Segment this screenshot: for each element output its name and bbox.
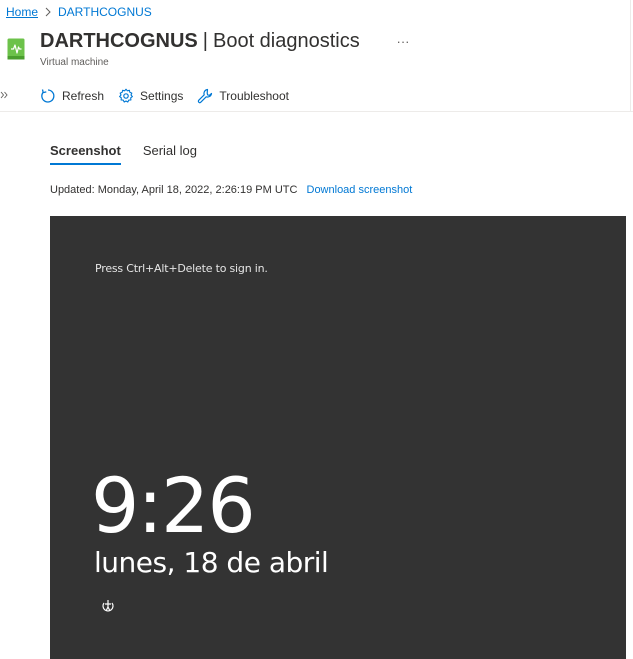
refresh-icon: [40, 88, 56, 104]
updated-timestamp-row: Updated: Monday, April 18, 2022, 2:26:19…: [50, 184, 412, 196]
updated-timestamp: Updated: Monday, April 18, 2022, 2:26:19…: [50, 184, 298, 196]
troubleshoot-button[interactable]: Troubleshoot: [197, 86, 289, 106]
more-options-button[interactable]: ···: [394, 33, 412, 49]
ease-of-access-icon: [100, 598, 116, 614]
sign-in-hint: Press Ctrl+Alt+Delete to sign in.: [95, 262, 268, 275]
page-title: DARTHCOGNUS | Boot diagnostics: [40, 30, 360, 53]
download-screenshot-link[interactable]: Download screenshot: [307, 184, 413, 196]
troubleshoot-label: Troubleshoot: [219, 89, 289, 103]
tab-bar: Screenshot Serial log: [50, 143, 197, 165]
boot-screenshot: Press Ctrl+Alt+Delete to sign in. 9:26 l…: [50, 216, 626, 659]
breadcrumb-vm-link[interactable]: DARTHCOGNUS: [58, 5, 152, 19]
resource-type-label: Virtual machine: [40, 57, 109, 68]
tab-screenshot[interactable]: Screenshot: [50, 143, 121, 165]
command-bar: Refresh Settings Troubleshoot: [40, 86, 289, 106]
header-right-border: [630, 0, 631, 111]
settings-button[interactable]: Settings: [118, 86, 183, 106]
wrench-icon: [197, 88, 213, 104]
settings-label: Settings: [140, 89, 184, 103]
blade-name: Boot diagnostics: [212, 30, 360, 52]
resource-name: DARTHCOGNUS: [40, 30, 198, 52]
refresh-button[interactable]: Refresh: [40, 86, 104, 106]
title-separator: |: [202, 30, 208, 52]
lock-screen-time: 9:26: [91, 461, 256, 550]
expand-menu-icon[interactable]: [0, 89, 8, 101]
command-bar-divider: [0, 111, 633, 112]
breadcrumb-home-link[interactable]: Home: [6, 5, 38, 19]
gear-icon: [118, 88, 134, 104]
boot-diagnostics-page: Home DARTHCOGNUS DARTHCOGNUS | Boot diag…: [0, 0, 633, 659]
virtual-machine-icon: [7, 38, 28, 62]
tab-serial-log[interactable]: Serial log: [143, 143, 197, 165]
refresh-label: Refresh: [62, 89, 105, 103]
breadcrumb: Home DARTHCOGNUS: [6, 5, 152, 19]
lock-screen-date: lunes, 18 de abril: [94, 546, 329, 579]
chevron-right-icon: [43, 6, 53, 18]
